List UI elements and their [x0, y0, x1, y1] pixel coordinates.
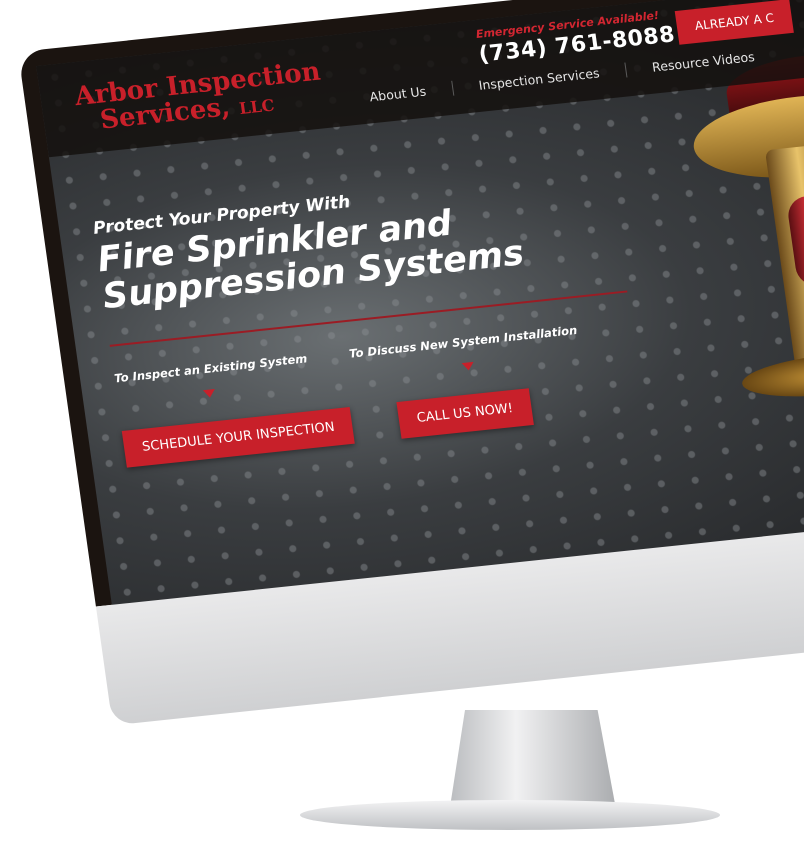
nav-resource-videos[interactable]: Resource Videos	[625, 46, 781, 77]
screen: Arbor Inspection Services, LLC Emergency…	[36, 0, 804, 609]
nav-inspection-services[interactable]: Inspection Services	[451, 62, 628, 96]
monitor-stand-base	[300, 800, 720, 830]
monitor: Arbor Inspection Services, LLC Emergency…	[18, 0, 804, 726]
arrow-down-icon	[202, 389, 216, 399]
contact-bar: Emergency Service Available! (734) 761-8…	[475, 7, 677, 68]
logo-llc: LLC	[237, 95, 276, 119]
nav-about-us[interactable]: About Us	[342, 80, 454, 108]
already-a-customer-button[interactable]: ALREADY A C	[674, 0, 795, 45]
arrow-down-icon	[461, 361, 475, 372]
site-logo[interactable]: Arbor Inspection Services, LLC	[73, 57, 326, 136]
